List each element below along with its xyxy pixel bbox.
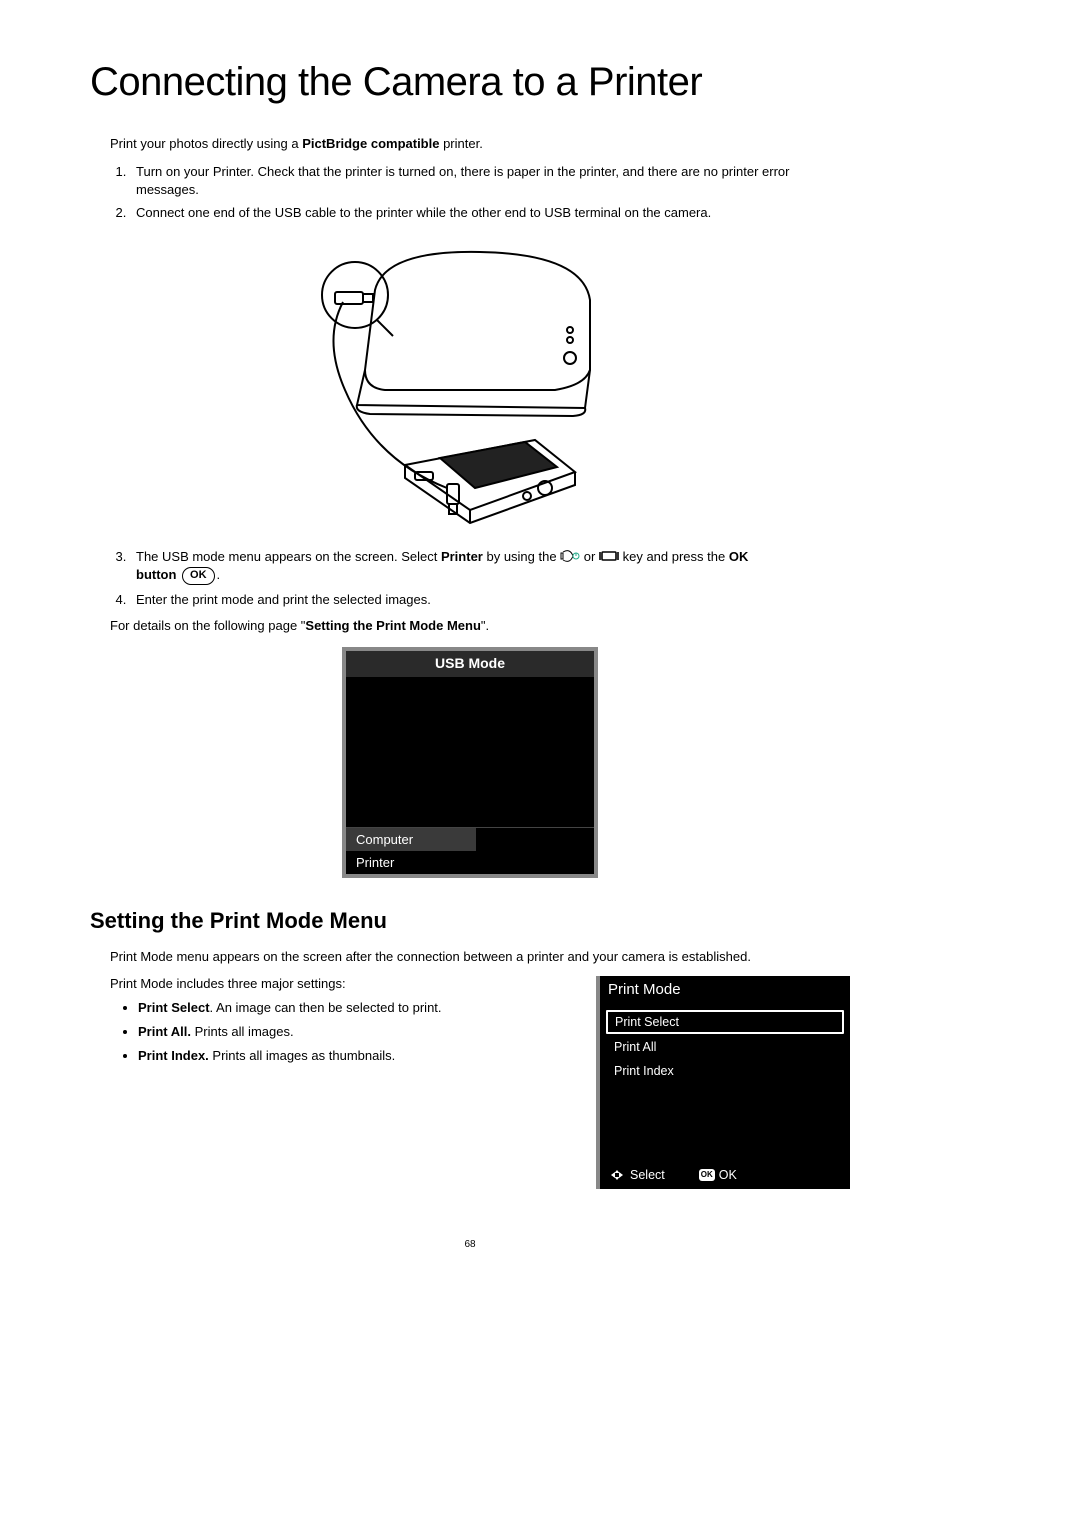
usb-mode-options: Computer Printer bbox=[346, 827, 594, 874]
step-3-a: The USB mode menu appears on the screen.… bbox=[136, 549, 441, 564]
pm-item-print-index: Print Index bbox=[606, 1060, 844, 1082]
b2-desc: Prints all images. bbox=[195, 1024, 294, 1039]
print-mode-body: Print Select Print All Print Index bbox=[600, 1004, 850, 1162]
step-1: Turn on your Printer. Check that the pri… bbox=[130, 163, 850, 198]
b3-desc: Prints all images as thumbnails. bbox=[212, 1048, 395, 1063]
pm-footer-ok: OK bbox=[719, 1168, 737, 1182]
section2-intro: Print Mode menu appears on the screen af… bbox=[110, 948, 850, 966]
step-3-d: key and press the bbox=[619, 549, 729, 564]
pm-footer: Select OK OK bbox=[600, 1162, 850, 1189]
display-key-icon bbox=[599, 549, 619, 567]
bullet-print-all: Print All. Prints all images. bbox=[138, 1023, 576, 1041]
step-4: Enter the print mode and print the selec… bbox=[130, 591, 850, 609]
pm-spacer bbox=[606, 1084, 844, 1154]
b1-label: Print Select bbox=[138, 1000, 210, 1015]
print-mode-bullets: Print Select. An image can then be selec… bbox=[110, 999, 576, 1064]
steps-list: Turn on your Printer. Check that the pri… bbox=[110, 163, 850, 222]
print-mode-screenshot: Print Mode Print Select Print All Print … bbox=[596, 976, 850, 1189]
ref-a: For details on the following page " bbox=[110, 618, 305, 633]
intro-bold: PictBridge compatible bbox=[302, 136, 439, 151]
usb-mode-body bbox=[346, 677, 594, 827]
b2-label: Print All. bbox=[138, 1024, 191, 1039]
printer-camera-diagram bbox=[315, 240, 625, 530]
usb-option-printer: Printer bbox=[346, 851, 476, 874]
bullet-print-index: Print Index. Prints all images as thumbn… bbox=[138, 1047, 576, 1065]
pm-ok-badge: OK bbox=[699, 1169, 715, 1181]
steps-list-continued: The USB mode menu appears on the screen.… bbox=[110, 548, 850, 608]
usb-mode-title: USB Mode bbox=[346, 651, 594, 677]
nav-arrows-icon bbox=[608, 1168, 626, 1182]
step-3-button-word: button bbox=[136, 567, 176, 582]
intro-prefix: Print your photos directly using a bbox=[110, 136, 302, 151]
reference-line: For details on the following page "Setti… bbox=[110, 618, 850, 633]
intro-suffix: printer. bbox=[439, 136, 482, 151]
b1-desc: An image can then be selected to print. bbox=[216, 1000, 441, 1015]
usb-mode-screenshot: USB Mode Computer Printer bbox=[342, 647, 598, 878]
usb-option-computer: Computer bbox=[346, 828, 476, 851]
page-number: 68 bbox=[90, 1239, 850, 1250]
section2-sub: Print Mode includes three major settings… bbox=[110, 976, 576, 991]
page-title: Connecting the Camera to a Printer bbox=[90, 60, 850, 105]
step-3-printer: Printer bbox=[441, 549, 483, 564]
bullet-print-select: Print Select. An image can then be selec… bbox=[138, 999, 576, 1017]
macro-key-icon bbox=[560, 549, 580, 567]
step-3-b: by using the bbox=[483, 549, 560, 564]
step-3: The USB mode menu appears on the screen.… bbox=[130, 548, 850, 585]
pm-footer-select: Select bbox=[630, 1168, 665, 1182]
ref-b: Setting the Print Mode Menu bbox=[305, 618, 481, 633]
section-print-mode-title: Setting the Print Mode Menu bbox=[90, 908, 850, 934]
ref-c: ". bbox=[481, 618, 489, 633]
b3-label: Print Index. bbox=[138, 1048, 209, 1063]
pm-item-print-select: Print Select bbox=[606, 1010, 844, 1034]
step-3-ok-word: OK bbox=[729, 549, 749, 564]
step-2: Connect one end of the USB cable to the … bbox=[130, 204, 850, 222]
step-3-period: . bbox=[217, 567, 221, 582]
step-3-c: or bbox=[580, 549, 599, 564]
print-mode-title: Print Mode bbox=[600, 976, 850, 1004]
intro-paragraph: Print your photos directly using a PictB… bbox=[110, 135, 850, 153]
pm-item-print-all: Print All bbox=[606, 1036, 844, 1058]
ok-button-icon: OK bbox=[182, 567, 215, 585]
